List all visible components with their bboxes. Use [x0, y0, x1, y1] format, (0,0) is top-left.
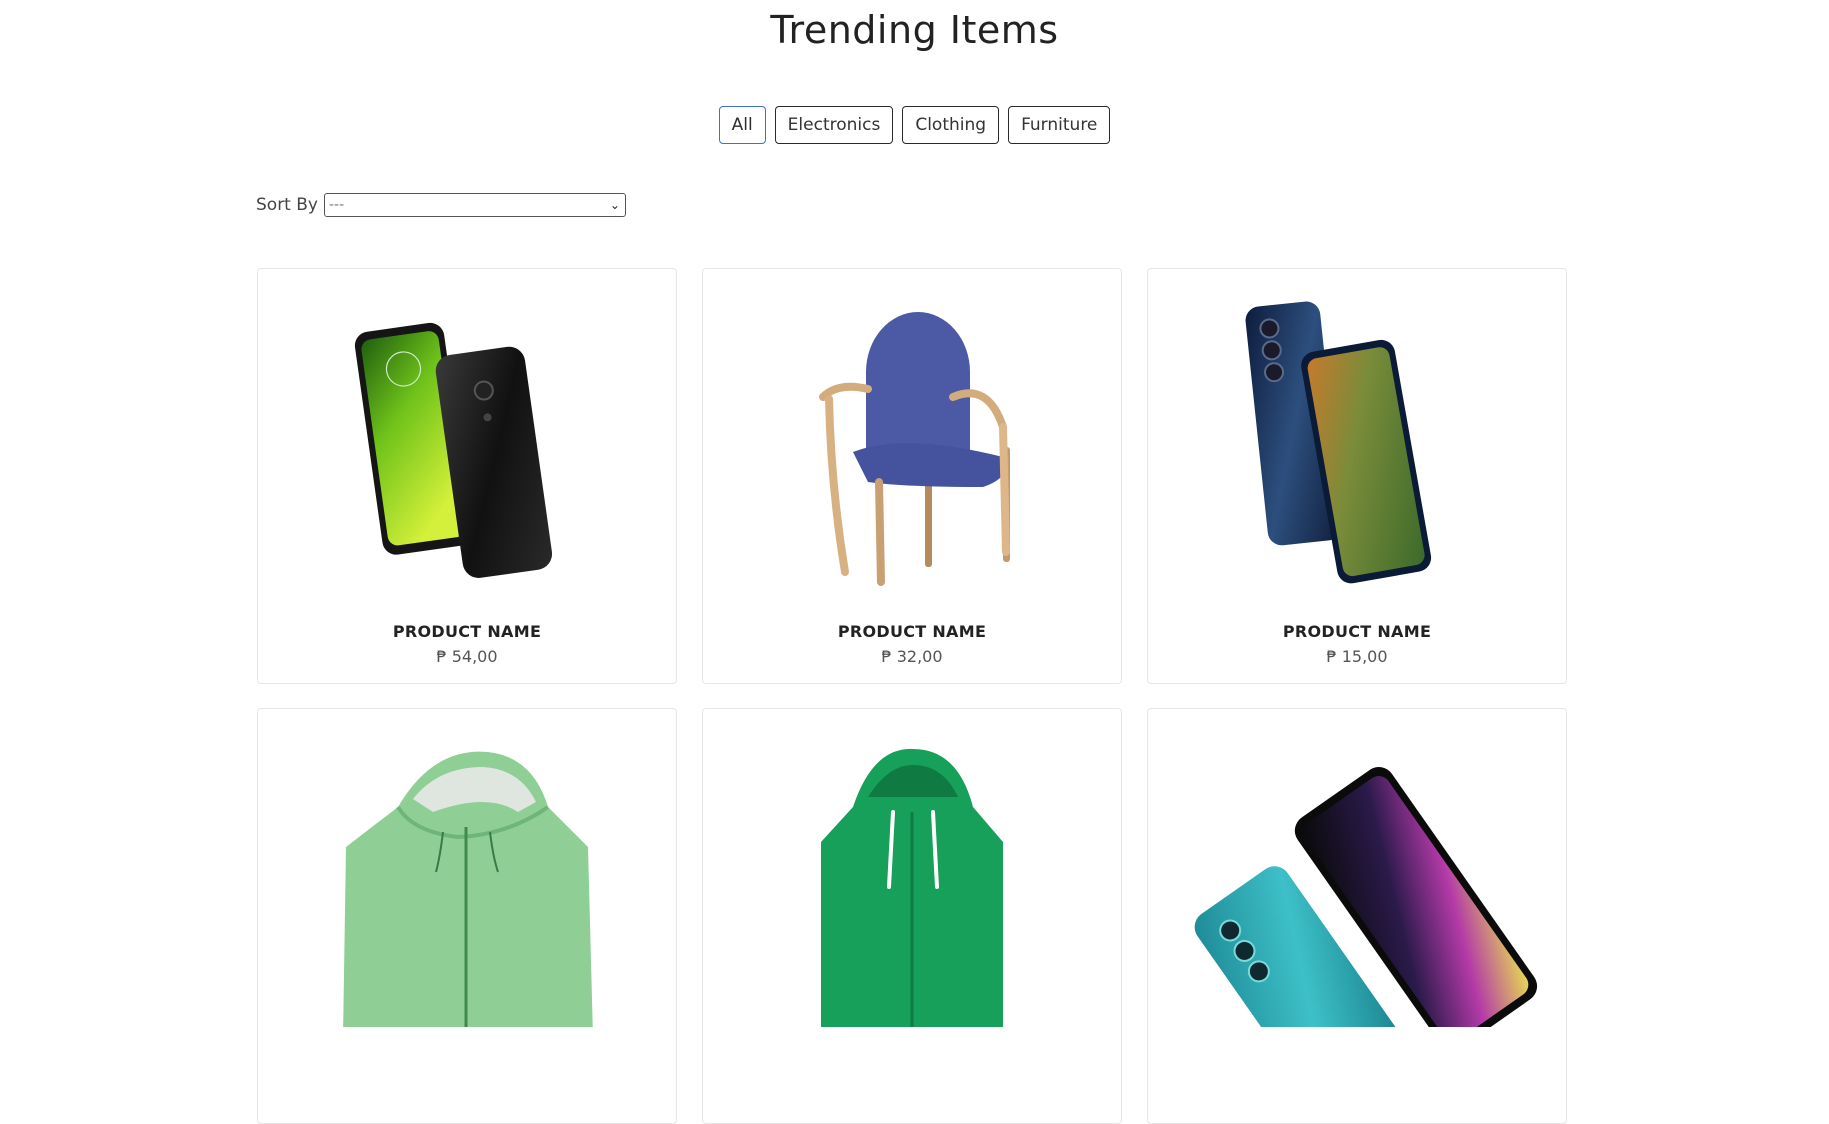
chevron-down-icon: ⌄ [609, 198, 620, 212]
teal-smartphone-image [1194, 767, 1538, 1027]
sort-selected-value: --- [328, 197, 345, 213]
green-smartphone-image [354, 322, 553, 578]
blue-smartphone-image [1245, 301, 1432, 584]
filter-furniture-button[interactable]: Furniture [1008, 106, 1111, 144]
category-filter-bar: All Electronics Clothing Furniture [0, 106, 1829, 144]
sort-label: Sort By [256, 195, 318, 215]
green-hoodie-image [821, 748, 1003, 1027]
product-grid: PRODUCT NAME ₱ 54,00 PRODUCT NAME ₱ 32,0… [257, 268, 1570, 1124]
product-price: ₱ 15,00 [1326, 647, 1388, 666]
page-title: Trending Items [770, 8, 1059, 52]
product-name: PRODUCT NAME [1282, 622, 1432, 641]
product-name: PRODUCT NAME [392, 622, 542, 641]
product-name: PRODUCT NAME [837, 622, 987, 641]
product-card[interactable] [257, 708, 677, 1124]
product-price: ₱ 32,00 [881, 647, 943, 666]
blue-armchair-image [819, 312, 1010, 586]
light-green-hoodie-image [343, 751, 593, 1027]
filter-clothing-button[interactable]: Clothing [902, 106, 1000, 144]
sort-select[interactable]: --- ⌄ [323, 193, 626, 217]
product-card[interactable] [702, 708, 1122, 1124]
filter-electronics-button[interactable]: Electronics [774, 106, 894, 144]
product-card[interactable]: PRODUCT NAME ₱ 32,00 [702, 268, 1122, 684]
product-card[interactable] [1147, 708, 1567, 1124]
product-card[interactable]: PRODUCT NAME ₱ 54,00 [257, 268, 677, 684]
filter-all-button[interactable]: All [718, 106, 766, 144]
product-price: ₱ 54,00 [436, 647, 498, 666]
product-card[interactable]: PRODUCT NAME ₱ 15,00 [1147, 268, 1567, 684]
sort-row: Sort By --- ⌄ [256, 193, 626, 217]
